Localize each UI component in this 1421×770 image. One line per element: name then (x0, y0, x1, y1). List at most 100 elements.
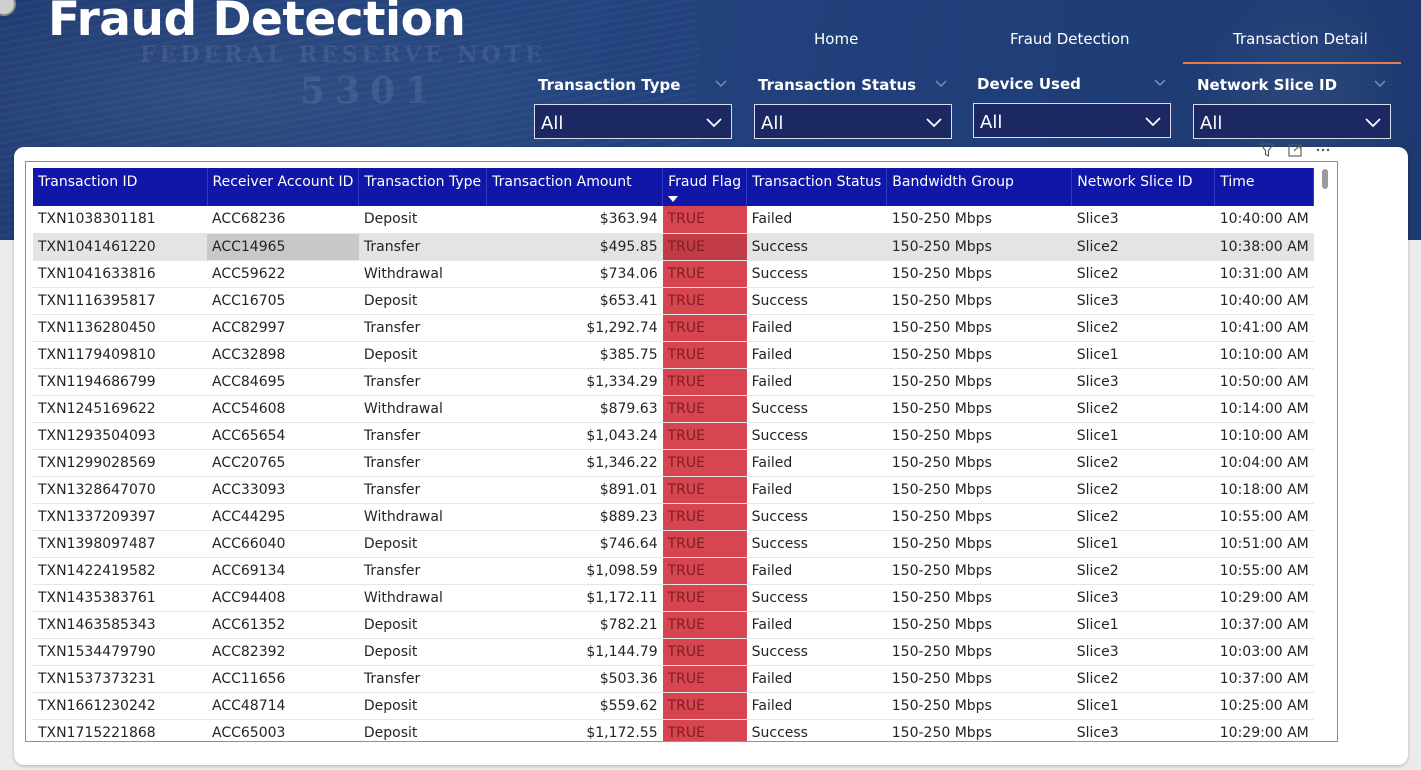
cell-receiver-account: ACC65003 (212, 724, 286, 741)
collapse-chevron-icon[interactable] (1373, 76, 1387, 90)
cell-transaction-type: Deposit (363, 697, 418, 714)
cell-transaction-type: Transfer (363, 319, 421, 336)
cell-transaction-id: TXN1116395817 (38, 292, 156, 309)
column-header[interactable]: Bandwidth Group (886, 168, 1073, 206)
slicer-dropdown[interactable]: All (754, 104, 952, 139)
cell-slice-id: Slice1 (1076, 616, 1119, 633)
cell-time: 10:10:00 AM (1219, 427, 1309, 444)
cell-time: 10:31:00 AM (1219, 265, 1309, 282)
column-header-sorted[interactable]: Fraud Flag (662, 168, 748, 206)
table-row[interactable]: TXN1422419582 ACC69134 Transfer $1,098.59 TR… (33, 557, 1314, 585)
cell-status: Success (751, 508, 808, 525)
table-row[interactable]: TXN1041633816 ACC59622 Withdrawal $734.06 TR… (33, 260, 1314, 288)
vertical-scrollbar[interactable] (1322, 169, 1328, 189)
cell-time: 10:41:00 AM (1219, 319, 1309, 336)
table-row[interactable]: TXN1328647070 ACC33093 Transfer $891.01 TRUE… (33, 476, 1314, 504)
nav-transaction-detail[interactable]: Transaction Detail (1233, 30, 1368, 48)
nav-home[interactable]: Home (814, 30, 858, 48)
cell-status: Failed (751, 562, 793, 579)
cell-transaction-id: TXN1715221868 (38, 724, 156, 741)
table-row[interactable]: TXN1299028569 ACC20765 Transfer $1,346.22 TR… (33, 449, 1314, 477)
cell-transaction-type: Deposit (363, 616, 418, 633)
column-header[interactable]: Network Slice ID (1071, 168, 1216, 206)
cell-time: 10:10:00 AM (1219, 346, 1309, 363)
cell-amount: $1,098.59 (586, 562, 658, 579)
column-header[interactable]: Transaction Status (746, 168, 888, 206)
cell-fraud-flag: TRUE (662, 476, 747, 504)
cell-status: Failed (751, 481, 793, 498)
table-row[interactable]: TXN1337209397 ACC44295 Withdrawal $889.23 TR… (33, 503, 1314, 531)
table-row[interactable]: TXN1179409810 ACC32898 Deposit $385.75 TRUE F… (33, 341, 1314, 369)
cell-receiver-account: ACC33093 (212, 481, 286, 498)
cell-transaction-type: Deposit (363, 346, 418, 363)
slicer-label: Transaction Status (758, 76, 917, 94)
cell-status: Success (751, 400, 808, 417)
column-header[interactable]: Transaction Type (358, 168, 488, 206)
chevron-down-icon (1365, 118, 1381, 128)
slicer-dropdown[interactable]: All (534, 104, 732, 139)
cell-fraud-flag: TRUE (662, 719, 747, 741)
column-header[interactable]: Time (1214, 168, 1315, 206)
filter-icon[interactable] (1258, 141, 1276, 159)
cell-bandwidth: 150-250 Mbps (891, 724, 992, 741)
table-row[interactable]: TXN1661230242 ACC48714 Deposit $559.62 TRUE F… (33, 692, 1314, 720)
cell-fraud-flag: TRUE (662, 638, 747, 666)
cell-bandwidth: 150-250 Mbps (891, 616, 992, 633)
cell-slice-id: Slice1 (1076, 697, 1119, 714)
column-header[interactable]: Transaction Amount (486, 168, 664, 206)
column-header[interactable]: Receiver Account ID (207, 168, 360, 206)
table-row[interactable]: TXN1715221868 ACC65003 Deposit $1,172.55 TRU… (33, 719, 1314, 741)
cell-time: 10:37:00 AM (1219, 616, 1309, 633)
cell-bandwidth: 150-250 Mbps (891, 427, 992, 444)
cell-fraud-flag: TRUE (662, 557, 747, 585)
cell-receiver-account: ACC32898 (212, 346, 286, 363)
table-row[interactable]: TXN1194686799 ACC84695 Transfer $1,334.29 TR… (33, 368, 1314, 396)
table-row[interactable]: TXN1293504093 ACC65654 Transfer $1,043.24 TR… (33, 422, 1314, 450)
more-options-icon[interactable] (1314, 141, 1332, 159)
focus-mode-icon[interactable] (1286, 141, 1304, 159)
table-row[interactable]: TXN1463585343 ACC61352 Deposit $782.21 TRUE F… (33, 611, 1314, 639)
table-row[interactable]: TXN1041461220 ACC14965 Transfer $495.85 TRUE… (33, 233, 1314, 261)
cell-transaction-type: Transfer (363, 481, 421, 498)
cell-amount: $891.01 (599, 481, 658, 498)
column-header[interactable]: Transaction ID (33, 168, 208, 206)
table-row[interactable]: TXN1398097487 ACC66040 Deposit $746.64 TRUE S… (33, 530, 1314, 558)
slicer-value: All (761, 113, 784, 134)
table-row[interactable]: TXN1116395817 ACC16705 Deposit $653.41 TRUE S… (33, 287, 1314, 315)
cell-fraud-flag: TRUE (662, 449, 747, 477)
cell-status: Success (751, 535, 808, 552)
table-row[interactable]: TXN1038301181 ACC68236 Deposit $363.94 TRUE F… (33, 206, 1314, 234)
cell-amount: $1,172.11 (586, 589, 658, 606)
cell-receiver-account: ACC65654 (212, 427, 286, 444)
table-row[interactable]: TXN1537373231 ACC11656 Transfer $503.36 TRUE… (33, 665, 1314, 693)
cell-receiver-account: ACC69134 (212, 562, 286, 579)
cell-amount: $495.85 (599, 238, 658, 255)
column-header-label: Fraud Flag (668, 174, 742, 190)
cell-transaction-type: Deposit (363, 292, 418, 309)
nav-fraud-detection[interactable]: Fraud Detection (1010, 30, 1130, 48)
cell-status: Success (751, 643, 808, 660)
cell-receiver-account: ACC14965 (207, 233, 359, 260)
collapse-chevron-icon[interactable] (714, 76, 728, 90)
table-row[interactable]: TXN1136280450 ACC82997 Transfer $1,292.74 TR… (33, 314, 1314, 342)
table-row[interactable]: TXN1534479790 ACC82392 Deposit $1,144.79 TRU… (33, 638, 1314, 666)
cell-transaction-id: TXN1041461220 (38, 238, 156, 255)
slicer-label: Device Used (977, 75, 1081, 93)
slicer-dropdown[interactable]: All (1193, 104, 1391, 139)
table-row[interactable]: TXN1435383761 ACC94408 Withdrawal $1,172.11… (33, 584, 1314, 612)
cell-slice-id: Slice2 (1076, 562, 1119, 579)
cell-fraud-flag: TRUE (662, 665, 747, 693)
cell-receiver-account: ACC82997 (212, 319, 286, 336)
table-row[interactable]: TXN1245169622 ACC54608 Withdrawal $879.63 TR… (33, 395, 1314, 423)
cell-receiver-account: ACC94408 (212, 589, 286, 606)
cell-amount: $1,346.22 (586, 454, 658, 471)
cell-time: 10:03:00 AM (1219, 643, 1309, 660)
collapse-chevron-icon[interactable] (934, 76, 948, 90)
collapse-chevron-icon[interactable] (1153, 75, 1167, 89)
cell-time: 10:50:00 AM (1219, 373, 1309, 390)
cell-slice-id: Slice2 (1076, 265, 1119, 282)
cell-receiver-account: ACC66040 (212, 535, 286, 552)
cell-amount: $1,144.79 (586, 643, 658, 660)
banknote-serial-watermark: 5301 (300, 70, 441, 112)
slicer-dropdown[interactable]: All (973, 103, 1171, 138)
